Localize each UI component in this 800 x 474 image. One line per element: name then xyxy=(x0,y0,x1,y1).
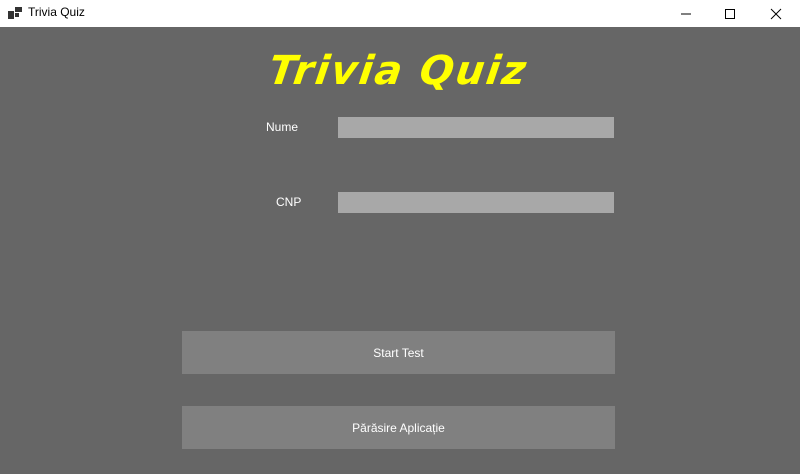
title-bar: Trivia Quiz xyxy=(0,0,800,27)
close-icon xyxy=(770,8,782,19)
window-title: Trivia Quiz xyxy=(28,5,85,19)
maximize-button[interactable] xyxy=(707,0,753,27)
main-form: Trivia Quiz Nume CNP Start Test Părăsire… xyxy=(0,27,800,474)
cnp-input[interactable] xyxy=(338,192,614,213)
close-button[interactable] xyxy=(753,0,799,27)
cnp-label: CNP xyxy=(276,195,302,209)
app-icon xyxy=(8,7,22,19)
nume-label: Nume xyxy=(266,120,299,134)
svg-text:Trivia Quiz: Trivia Quiz xyxy=(272,48,531,94)
nume-input[interactable] xyxy=(338,117,614,138)
start-test-button[interactable]: Start Test xyxy=(182,331,615,374)
minimize-icon xyxy=(681,13,691,14)
app-heading: Trivia Quiz xyxy=(272,48,531,94)
exit-app-button[interactable]: Părăsire Aplicație xyxy=(182,406,615,449)
maximize-icon xyxy=(725,8,735,19)
minimize-button[interactable] xyxy=(663,0,709,27)
